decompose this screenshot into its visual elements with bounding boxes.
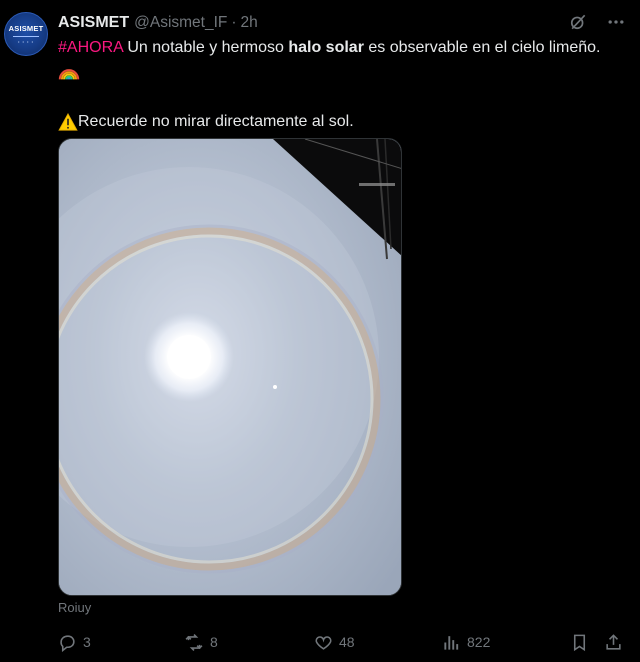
more-options-icon[interactable] [606,12,626,32]
avatar-logo-line [13,36,39,37]
rainbow-icon [58,69,80,80]
tweet-text-part1: Un notable y hermoso [122,39,289,56]
reply-count: 3 [83,634,91,650]
views-chart-icon [442,633,461,652]
bookmark-icon [570,633,589,652]
header-separator: · [231,14,237,31]
tweet-text: #AHORA Un notable y hermoso halo solar e… [58,37,630,133]
solar-halo-photo [59,139,401,595]
avatar-logo-text: ASISMET [8,24,44,33]
tweet-header: ASISMET @Asismet_IF · 2h [58,12,632,34]
share-button[interactable] [604,630,623,654]
warning-icon [58,113,78,131]
tweet[interactable]: ASISMET • • • • ASISMET @Asismet_IF · 2h… [0,0,640,662]
tweet-photo[interactable] [58,138,402,596]
warning-line: Recuerde no mirar directamente al sol. [58,111,630,133]
header-actions [568,12,626,32]
author-handle[interactable]: @Asismet_IF [134,14,227,32]
heart-icon [314,633,333,652]
share-icon [604,633,623,652]
tweet-text-part2: es observable en el cielo limeño. [363,39,601,56]
warning-text: Recuerde no mirar directamente al sol. [78,113,354,130]
bookmark-button[interactable] [570,630,589,654]
tweet-main-line: #AHORA Un notable y hermoso halo solar e… [58,37,630,59]
reply-icon [58,633,77,652]
reply-button[interactable]: 3 [58,630,91,654]
post-time[interactable]: 2h [241,14,258,32]
author-name[interactable]: ASISMET [58,14,129,32]
avatar[interactable]: ASISMET • • • • [4,12,48,56]
hashtag-link[interactable]: #AHORA [58,39,123,56]
tweet-actions-bar: 3 8 48 822 [58,630,630,654]
rainbow-emoji [58,59,630,85]
like-count: 48 [339,634,355,650]
repost-icon [184,633,204,652]
tweet-bold-text: halo solar [288,39,364,56]
repost-button[interactable]: 8 [184,630,218,654]
repost-count: 8 [210,634,218,650]
views-count: 822 [467,634,491,650]
photo-credit[interactable]: Roiuy [58,600,91,615]
views-button[interactable]: 822 [442,630,490,654]
like-button[interactable]: 48 [314,630,355,654]
avatar-logo-dots: • • • • [18,39,34,44]
grok-icon[interactable] [568,12,588,32]
